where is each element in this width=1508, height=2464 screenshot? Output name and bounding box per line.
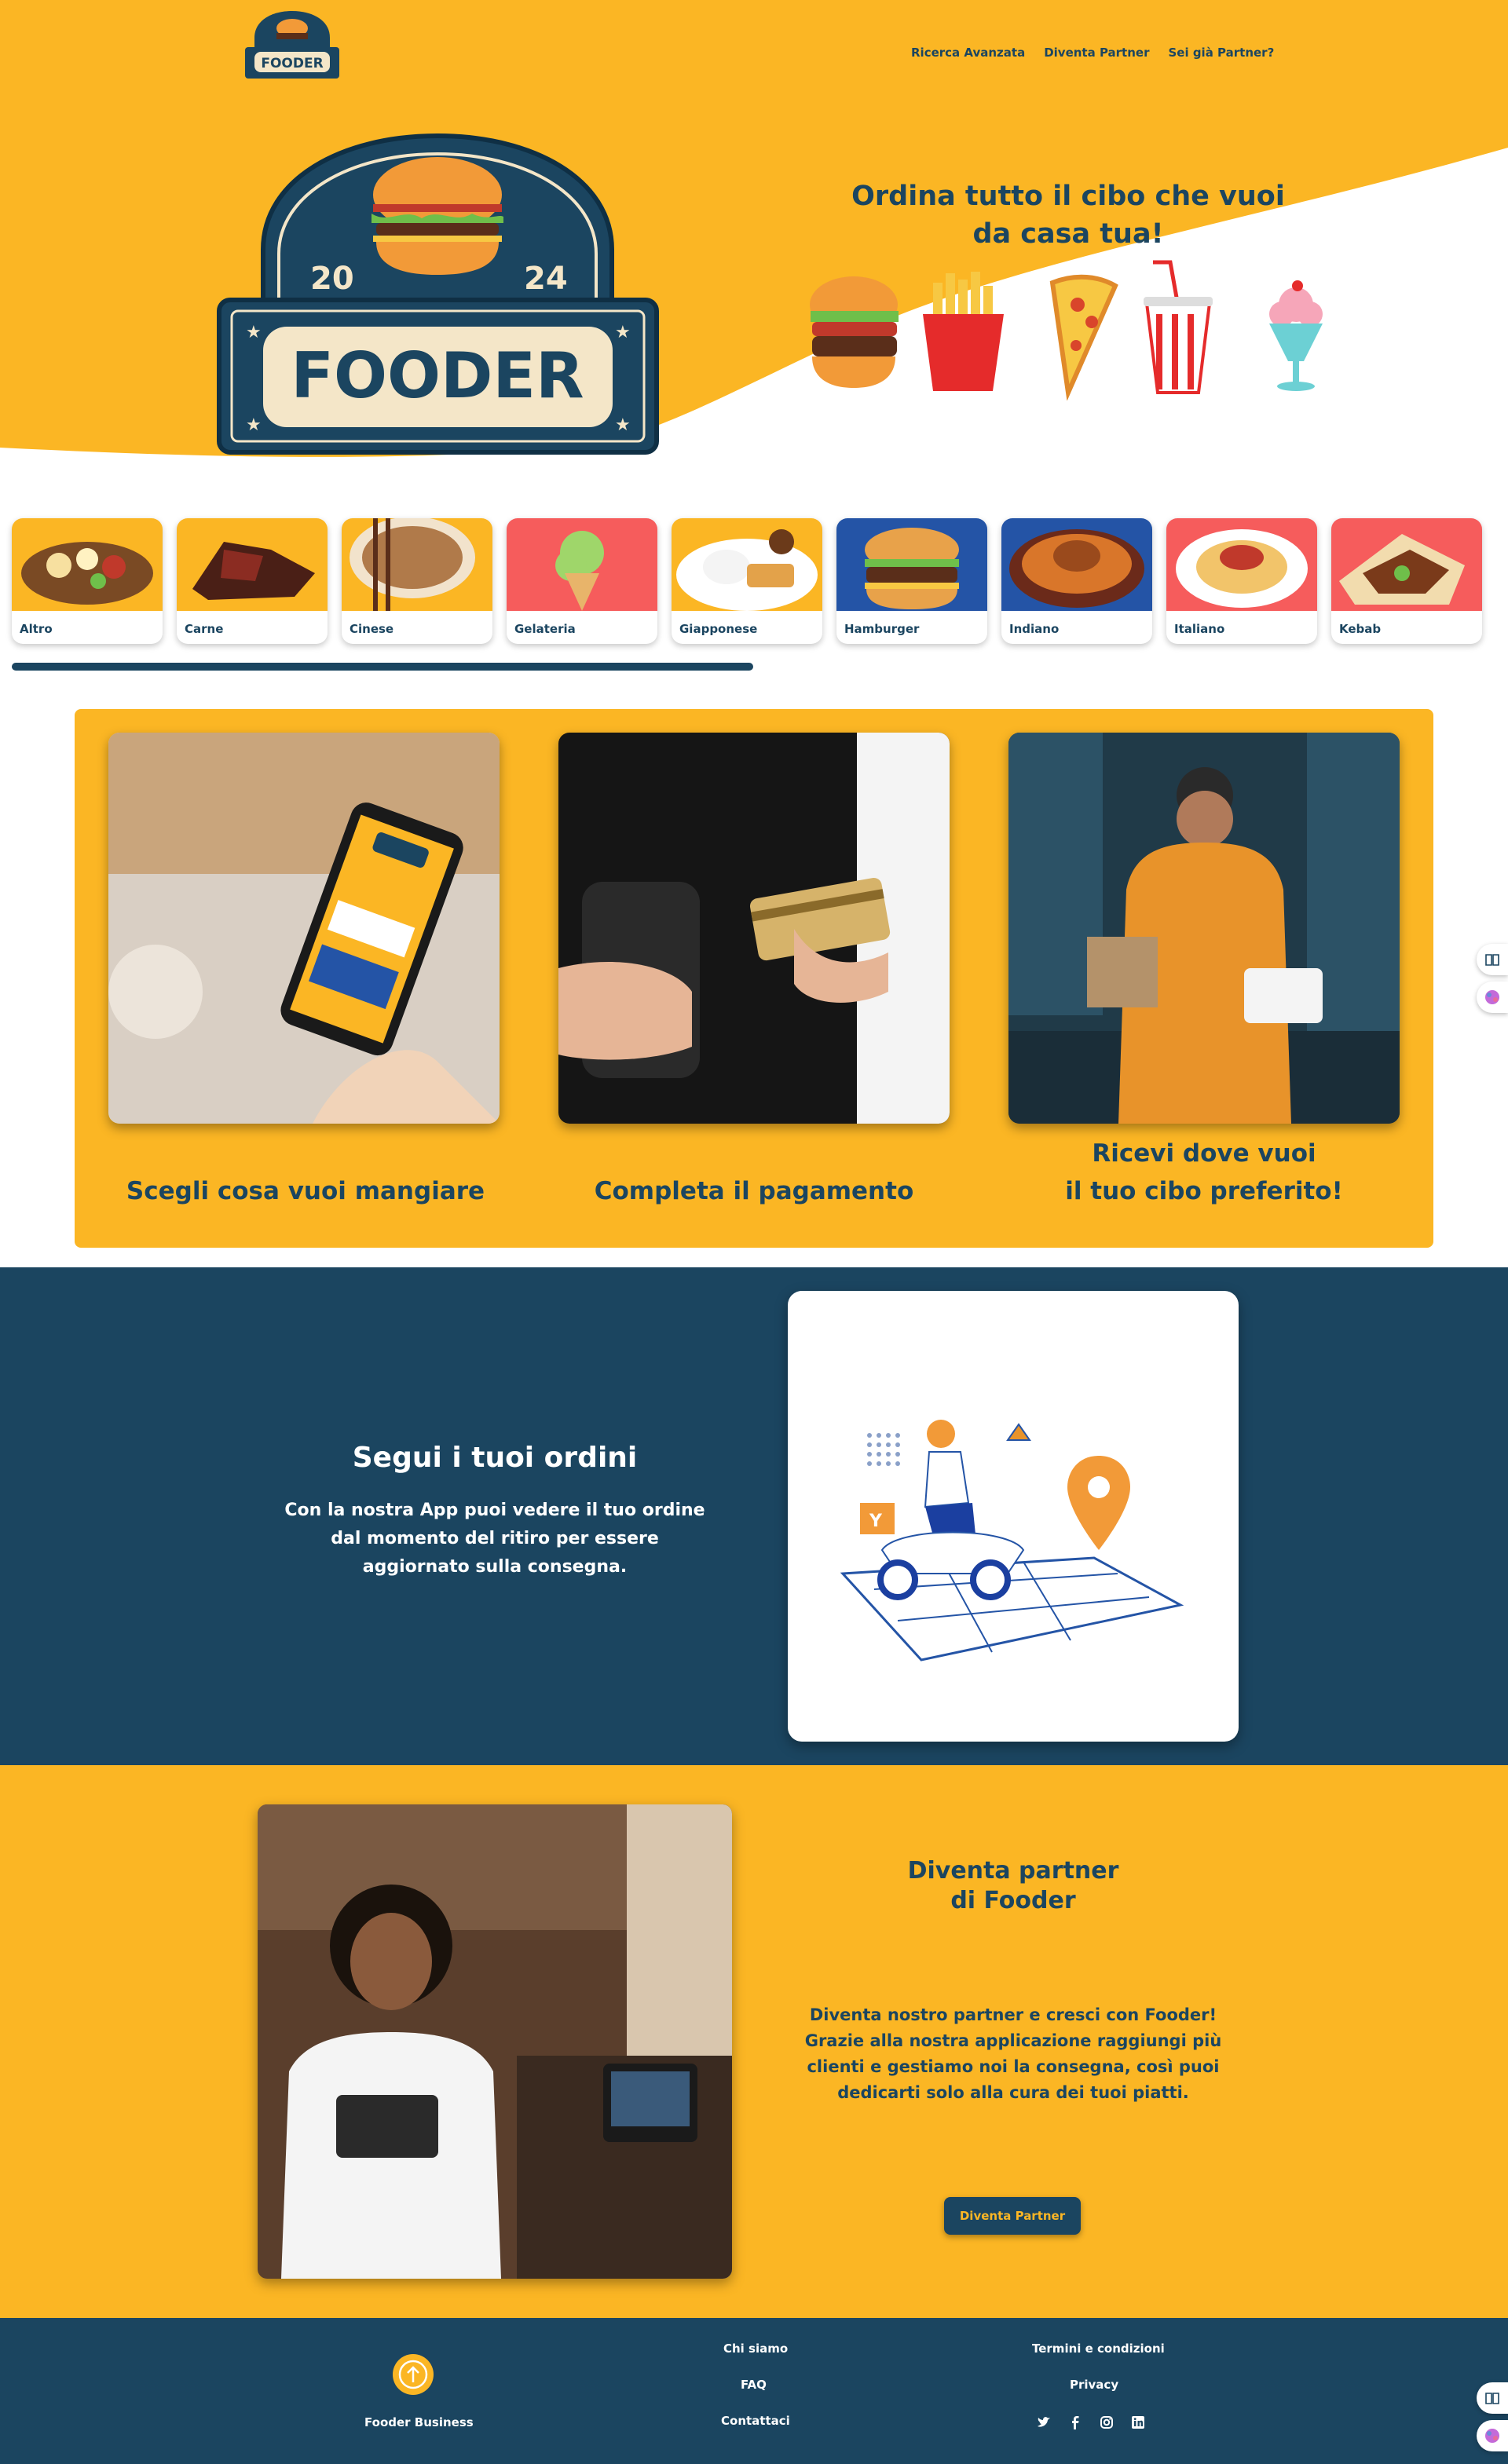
brain-icon <box>1485 990 1499 1004</box>
milkshake-icon <box>1269 280 1323 391</box>
book-icon <box>1485 2393 1499 2404</box>
category-card-indiano[interactable]: Indiano <box>1001 518 1152 644</box>
site-header: FOODER Ricerca Avanzata Diventa Partner … <box>0 0 1508 86</box>
site-footer: Fooder Business Chi siamo FAQ Contattaci… <box>0 2318 1508 2464</box>
svg-text:Y: Y <box>869 1512 883 1531</box>
ai-assistant-widget[interactable] <box>1477 982 1508 1013</box>
brain-icon <box>1485 2429 1499 2443</box>
partner-description: Diventa nostro partner e cresci con Food… <box>778 2002 1249 2106</box>
linkedin-icon[interactable] <box>1131 2415 1145 2429</box>
partner-section: Diventa partner di Fooder Diventa nostro… <box>0 1765 1508 2318</box>
hero-tagline-line1: Ordina tutto il cibo che vuoi <box>851 181 1285 212</box>
top-nav: Ricerca Avanzata Diventa Partner Sei già… <box>911 46 1274 60</box>
order-tracking-section: Segui i tuoi ordini Con la nostra App pu… <box>0 1267 1508 1765</box>
delivery-map-illustration: Y <box>840 1420 1184 1662</box>
footer-contattaci[interactable]: Contattaci <box>721 2414 790 2428</box>
hero-food-illustrations <box>810 260 1323 400</box>
category-image-kebab <box>1331 518 1482 611</box>
tracking-description: Con la nostra App puoi vedere il tuo ord… <box>284 1501 705 1577</box>
tracking-title: Segui i tuoi ordini <box>352 1442 638 1474</box>
category-image-giapponese <box>672 518 822 611</box>
category-label: Giapponese <box>679 622 758 636</box>
twitter-icon[interactable] <box>1037 2415 1051 2429</box>
category-image-indiano <box>1001 518 1152 611</box>
step-caption-delivery-line2: il tuo cibo preferito! <box>1065 1177 1343 1205</box>
footer-chi-siamo[interactable]: Chi siamo <box>723 2342 788 2356</box>
partner-title-line1: Diventa partner <box>907 1857 1119 1885</box>
svg-text:★: ★ <box>615 415 631 435</box>
tracking-illustration-card: Y <box>788 1291 1239 1742</box>
partner-description-line2: Grazie alla nostra applicazione raggiung… <box>804 2031 1222 2102</box>
partner-description-line1: Diventa nostro partner e cresci con Food… <box>809 2005 1217 2024</box>
step-caption-delivery: Ricevi dove vuoi il tuo cibo preferito! <box>984 1135 1424 1210</box>
category-card-cinese[interactable]: Cinese <box>342 518 492 644</box>
instagram-icon[interactable] <box>1100 2415 1114 2429</box>
hero-logo-text: FOODER <box>291 339 584 412</box>
category-card-gelateria[interactable]: Gelateria <box>507 518 657 644</box>
reader-mode-widget[interactable] <box>1477 944 1508 975</box>
category-label: Carne <box>185 622 224 636</box>
book-icon <box>1485 954 1499 966</box>
nav-logo-text: FOODER <box>261 56 323 71</box>
step-caption-choose: Scegli cosa vuoi mangiare <box>126 1177 485 1205</box>
step-photo-payment <box>558 733 950 1124</box>
diventa-partner-button[interactable]: Diventa Partner <box>944 2197 1081 2235</box>
category-label: Gelateria <box>514 622 576 636</box>
partner-photo <box>258 1804 732 2279</box>
hero-tagline: Ordina tutto il cibo che vuoi da casa tu… <box>833 177 1304 253</box>
category-image-gelateria <box>507 518 657 611</box>
partner-title: Diventa partner di Fooder <box>817 1856 1210 1916</box>
category-card-carne[interactable]: Carne <box>177 518 328 644</box>
category-label: Hamburger <box>844 622 920 636</box>
reader-mode-widget-bottom[interactable] <box>1477 2382 1508 2414</box>
ai-assistant-widget-bottom[interactable] <box>1477 2420 1508 2451</box>
nav-ricerca-avanzata[interactable]: Ricerca Avanzata <box>911 46 1025 60</box>
category-label: Cinese <box>350 622 394 636</box>
fooder-nav-logo[interactable]: FOODER <box>243 9 341 80</box>
footer-faq[interactable]: FAQ <box>741 2378 767 2392</box>
footer-social-links <box>1037 2415 1145 2429</box>
category-image-hamburger <box>836 518 987 611</box>
category-image-italiano <box>1166 518 1317 611</box>
category-card-altro[interactable]: Altro <box>12 518 163 644</box>
category-card-italiano[interactable]: Italiano <box>1166 518 1317 644</box>
fries-icon <box>923 272 1004 391</box>
step-photo-delivery <box>1008 733 1400 1124</box>
footer-termini-condizioni[interactable]: Termini e condizioni <box>1032 2342 1165 2356</box>
facebook-icon[interactable] <box>1068 2415 1082 2429</box>
pizza-icon <box>1049 274 1118 400</box>
step-caption-payment: Completa il pagamento <box>594 1177 914 1205</box>
svg-text:★: ★ <box>246 323 262 342</box>
arrow-up-icon <box>398 2360 428 2389</box>
footer-fooder-business[interactable]: Fooder Business <box>364 2415 474 2429</box>
nav-diventa-partner[interactable]: Diventa Partner <box>1044 46 1149 60</box>
svg-text:★: ★ <box>615 323 631 342</box>
category-image-cinese <box>342 518 492 611</box>
category-card-kebab[interactable]: Kebab <box>1331 518 1482 644</box>
categories-carousel: Altro Carne Cinese Gelateria Giapponese … <box>0 510 1508 683</box>
how-it-works-section: Scegli cosa vuoi mangiare Completa il pa… <box>75 709 1433 1248</box>
scroll-to-top-button[interactable] <box>393 2354 434 2395</box>
step-caption-delivery-line1: Ricevi dove vuoi <box>1092 1139 1316 1168</box>
partner-title-line2: di Fooder <box>950 1887 1076 1914</box>
hero-tagline-line2: da casa tua! <box>972 218 1164 250</box>
nav-sei-gia-partner[interactable]: Sei già Partner? <box>1168 46 1274 60</box>
category-label: Italiano <box>1174 622 1225 636</box>
category-card-giapponese[interactable]: Giapponese <box>672 518 822 644</box>
fooder-hero-logo: 20 24 ★ ★ ★ ★ FOODER <box>217 133 659 455</box>
burger-icon <box>810 276 899 388</box>
category-label: Altro <box>20 622 53 636</box>
category-image-altro <box>12 518 163 611</box>
soda-icon <box>1144 260 1213 394</box>
svg-text:★: ★ <box>246 415 262 435</box>
step-photo-choose <box>108 733 500 1124</box>
hero-logo-year-left: 20 <box>310 261 354 297</box>
category-card-hamburger[interactable]: Hamburger <box>836 518 987 644</box>
category-image-carne <box>177 518 328 611</box>
category-label: Kebab <box>1339 622 1382 636</box>
hero-logo-year-right: 24 <box>524 261 568 297</box>
category-label: Indiano <box>1009 622 1060 636</box>
footer-privacy[interactable]: Privacy <box>1070 2378 1118 2392</box>
categories-scrollbar[interactable] <box>12 663 753 671</box>
